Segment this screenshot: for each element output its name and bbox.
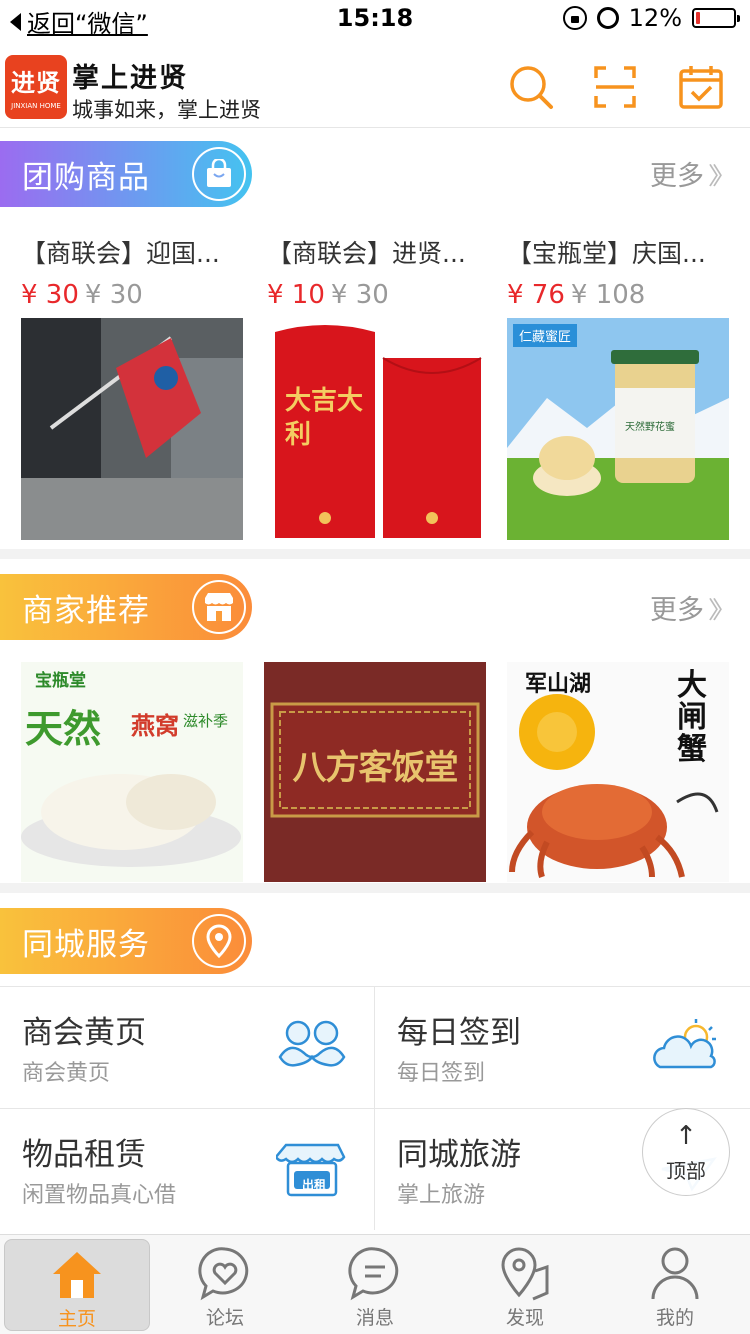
shopping-bag-icon [192,147,246,201]
merchant-card-bafangke[interactable]: 八方客饭堂 [264,662,486,882]
product-price: ¥ 10 ¥ 30 [267,280,492,310]
calendar-check-icon[interactable] [678,64,724,110]
tab-bar: 主页 论坛 消息 发现 我的 [0,1234,750,1334]
service-title: 商会黄页 [22,1015,146,1051]
status-bar: 返回“微信” 15:18 12% [0,0,750,40]
restaurant-sign-text: 八方客饭堂 [292,748,459,788]
service-subtitle: 掌上旅游 [397,1183,486,1208]
rotation-lock-icon [562,6,587,30]
back-to-top-button[interactable]: ↑ 顶部 [642,1108,730,1196]
service-title: 物品租赁 [22,1137,146,1173]
jar-label: 天然野花蜜 [625,422,675,433]
scan-icon[interactable] [592,64,638,110]
services-banner: 同城服务 [0,908,252,974]
service-subtitle: 闲置物品真心借 [22,1183,177,1208]
battery-fill [696,12,700,24]
battery-percent: 12% [628,4,682,32]
product-image-red-envelope[interactable]: 大吉大利 [267,318,489,540]
app-slogan: 城事如来，掌上进贤 [72,98,261,122]
sale-price: ¥ 30 [21,280,79,310]
product-name: 【宝瓶堂】庆国... [507,239,706,268]
weather-icon [653,1019,716,1069]
tab-label: 消息 [355,1307,394,1329]
tab-label: 我的 [655,1307,694,1329]
battery-icon [692,8,740,28]
product-card[interactable]: 【宝瓶堂】庆国... ¥ 76 ¥ 108 仁藏蜜匠 天然野花蜜 [507,234,732,540]
merchant-product-text: 燕窝 [131,711,179,740]
group-buy-more-link[interactable]: 更多 〉〉 [650,154,736,193]
group-buy-banner: 团购商品 [0,141,252,207]
sale-price: ¥ 10 [267,280,325,310]
merchant-brand-text: 军山湖 [525,671,592,697]
message-icon [348,1247,399,1301]
arrow-up-icon: ↑ [675,1121,697,1151]
product-price: ¥ 76 ¥ 108 [507,280,732,310]
back-to-top-label: 顶部 [666,1159,706,1183]
brand-tag: 仁藏蜜匠 [513,324,578,347]
group-buy-title: 团购商品 [22,159,150,196]
original-price: ¥ 30 [330,280,389,310]
logo-text: 进贤 [11,69,61,97]
product-image-honey[interactable]: 仁藏蜜匠 天然野花蜜 [507,318,729,540]
service-chamber-directory[interactable]: 商会黄页 商会黄页 [0,986,375,1108]
product-name: 【商联会】进贤... [267,239,466,268]
merchant-brand-text: 宝瓶堂 [35,671,86,691]
section-divider [0,883,750,893]
merchant-product-text: 大闸蟹 [677,668,707,767]
home-icon [53,1252,101,1298]
merchant-season-text: 滋补季 [183,712,229,730]
app-header: 进贤 JINXIAN HOME 掌上进贤 城事如来，掌上进贤 [0,40,750,128]
tab-discover[interactable]: 发现 [452,1239,598,1331]
merchant-card-baopingtang[interactable]: 宝瓶堂 天然 燕窝 滋补季 [21,662,243,882]
status-indicators: 12% [562,4,740,32]
tab-messages[interactable]: 消息 [302,1239,448,1331]
tab-profile[interactable]: 我的 [602,1239,748,1331]
handshake-icon [278,1020,346,1067]
double-chevron-right-icon: 〉〉 [708,596,736,624]
storefront-icon [192,580,246,634]
services-title: 同城服务 [22,926,150,963]
app-logo[interactable]: 进贤 JINXIAN HOME [5,55,67,119]
alarm-icon [596,7,619,29]
merchants-banner: 商家推荐 [0,574,252,640]
tab-label: 论坛 [205,1307,244,1329]
more-label: 更多 [650,161,704,192]
merchants-more-link[interactable]: 更多 〉〉 [650,588,736,627]
merchants-title: 商家推荐 [22,592,150,629]
product-price: ¥ 30 ¥ 30 [21,280,246,310]
forum-heart-icon [198,1247,249,1301]
original-price: ¥ 30 [84,280,143,310]
tab-forum[interactable]: 论坛 [152,1239,298,1331]
section-divider [0,549,750,559]
original-price: ¥ 108 [570,280,646,310]
tab-label: 发现 [505,1307,544,1329]
envelope-text: 大吉大利 [285,386,364,450]
service-title: 同城旅游 [397,1137,521,1173]
logo-subtext: JINXIAN HOME [11,102,61,110]
product-image-flag[interactable] [21,318,243,540]
product-name: 【商联会】迎国... [21,239,220,268]
discover-map-icon [501,1247,549,1301]
location-pin-icon [192,914,246,968]
search-icon[interactable] [508,64,554,110]
product-card[interactable]: 【商联会】进贤... ¥ 10 ¥ 30 大吉大利 [267,234,492,540]
double-chevron-right-icon: 〉〉 [708,162,736,190]
more-label: 更多 [650,595,704,626]
service-daily-checkin[interactable]: 每日签到 每日签到 [375,986,750,1108]
service-subtitle: 商会黄页 [22,1061,111,1086]
service-title: 每日签到 [397,1015,521,1051]
user-icon [651,1247,699,1300]
tab-home[interactable]: 主页 [4,1239,150,1331]
merchant-card-junshanhu[interactable]: 军山湖 大闸蟹 [507,662,729,882]
product-card[interactable]: 【商联会】迎国... ¥ 30 ¥ 30 [21,234,246,540]
sale-price: ¥ 76 [507,280,565,310]
merchant-slogan-text: 天然 [25,706,102,751]
rent-badge: 出租 [301,1178,326,1192]
app-title: 掌上进贤 [72,63,188,94]
tab-label: 主页 [57,1308,96,1330]
service-subtitle: 每日签到 [397,1061,486,1086]
service-item-rental[interactable]: 物品租赁 闲置物品真心借 出租 [0,1108,375,1230]
